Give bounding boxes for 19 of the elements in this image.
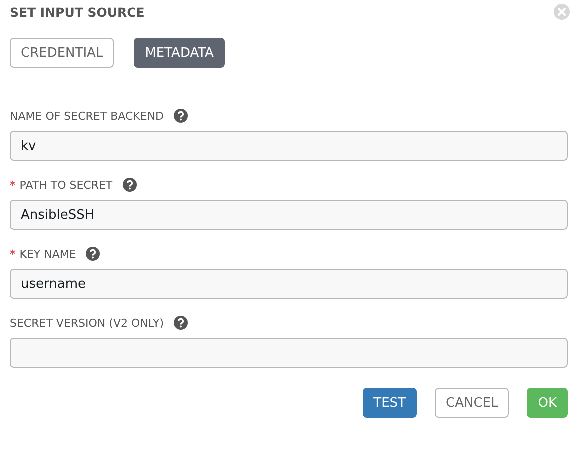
- help-icon[interactable]: [174, 316, 188, 330]
- dialog-title: SET INPUT SOURCE: [10, 4, 145, 20]
- tab[interactable]: METADATA: [134, 38, 225, 68]
- required-mark: *: [10, 248, 16, 260]
- field-label: SECRET VERSION (V2 ONLY): [10, 316, 164, 330]
- input-field[interactable]: [10, 338, 568, 368]
- tab[interactable]: CREDENTIAL: [10, 38, 114, 68]
- required-mark: *: [10, 178, 16, 192]
- input-field[interactable]: AnsibleSSH: [10, 200, 568, 230]
- field-label: PATH TO SECRET: [20, 178, 113, 192]
- help-icon[interactable]: [86, 247, 100, 261]
- field-label: NAME OF SECRET BACKEND: [10, 110, 164, 122]
- dialog-button[interactable]: CANCEL: [435, 388, 510, 418]
- dialog-button[interactable]: TEST: [362, 388, 417, 418]
- field-label: KEY NAME: [20, 248, 76, 260]
- help-icon[interactable]: [174, 109, 188, 123]
- input-field[interactable]: kv: [10, 131, 568, 161]
- help-icon[interactable]: [122, 178, 137, 192]
- input-field[interactable]: username: [10, 269, 568, 299]
